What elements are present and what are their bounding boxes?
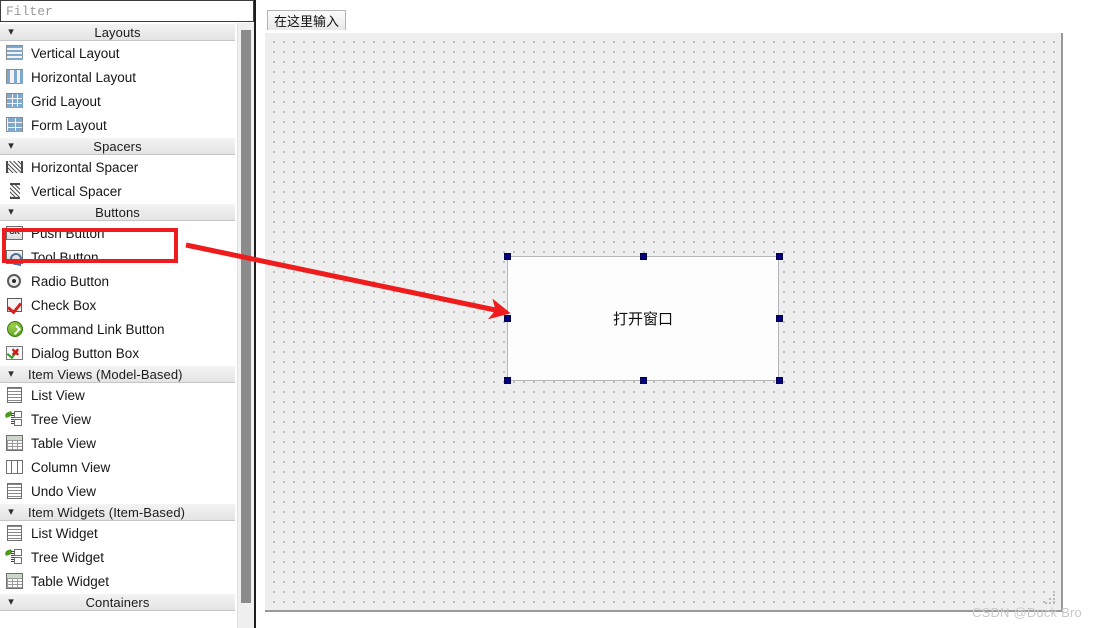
column-view-icon [5,458,25,476]
list-item-radio-button[interactable]: Radio Button [0,269,235,293]
vertical-layout-icon [5,44,25,62]
list-item-table-widget[interactable]: Table Widget [0,569,235,593]
tree-widget-icon [4,548,25,566]
section-title-spacers: Spacers [93,139,142,154]
tree-view-icon [4,410,25,428]
selection-handle-middle-left[interactable] [504,315,511,322]
section-title-containers: Containers [85,595,150,610]
form-canvas[interactable]: 打开窗口 [265,33,1063,612]
list-item-list-view[interactable]: List View [0,383,235,407]
undo-view-icon [5,482,25,500]
filter-field-wrapper[interactable] [0,0,254,22]
widget-box-scrollbar[interactable] [237,23,254,628]
selection-handle-top-right[interactable] [776,253,783,260]
form-layout-icon [5,116,25,134]
list-view-icon [5,386,25,404]
widget-tree[interactable]: ▾ Layouts Vertical Layout Horizontal Lay… [0,23,237,628]
push-button-highlight-box [2,228,178,263]
list-item-check-box[interactable]: Check Box [0,293,235,317]
selection-handle-top-center[interactable] [640,253,647,260]
section-header-spacers[interactable]: ▾ Spacers [0,137,235,155]
check-box-icon [5,296,25,314]
list-item-table-view[interactable]: Table View [0,431,235,455]
section-header-layouts[interactable]: ▾ Layouts [0,23,235,41]
selection-handle-middle-right[interactable] [776,315,783,322]
section-title-item-widgets: Item Widgets (Item-Based) [28,505,186,520]
list-item-label: Table Widget [31,573,110,589]
horizontal-layout-icon [5,68,25,86]
tab-label: 在这里输入 [274,15,340,30]
list-item-vertical-layout[interactable]: Vertical Layout [0,41,235,65]
list-item-label: Dialog Button Box [31,345,140,361]
list-item-column-view[interactable]: Column View [0,455,235,479]
list-item-label: Command Link Button [31,321,165,337]
selection-handle-bottom-center[interactable] [640,377,647,384]
selection-handle-bottom-left[interactable] [504,377,511,384]
scrollbar-thumb[interactable] [241,30,251,603]
section-header-buttons[interactable]: ▾ Buttons [0,203,235,221]
list-item-horizontal-spacer[interactable]: Horizontal Spacer [0,155,235,179]
section-title-layouts: Layouts [94,25,141,40]
tab-type-here[interactable]: 在这里输入 [267,10,347,30]
horizontal-spacer-icon [5,158,25,176]
table-view-icon [5,434,25,452]
selection-handle-top-left[interactable] [504,253,511,260]
list-item-label: Table View [31,435,97,451]
list-item-undo-view[interactable]: Undo View [0,479,235,503]
list-item-label: Tree Widget [31,549,105,565]
dialog-button-box-icon: ✖ [5,344,25,362]
widget-box-panel: ▾ Layouts Vertical Layout Horizontal Lay… [0,0,254,628]
list-item-command-link-button[interactable]: Command Link Button [0,317,235,341]
command-link-button-icon [5,320,25,338]
list-item-tree-view[interactable]: Tree View [0,407,235,431]
list-item-tree-widget[interactable]: Tree Widget [0,545,235,569]
list-item-label: Column View [31,459,111,475]
list-item-label: Radio Button [31,273,110,289]
list-item-list-widget[interactable]: List Widget [0,521,235,545]
vertical-spacer-icon [5,182,25,200]
list-item-dialog-button-box[interactable]: ✖ Dialog Button Box [0,341,235,365]
list-item-label: Horizontal Spacer [31,159,139,175]
list-item-horizontal-layout[interactable]: Horizontal Layout [0,65,235,89]
table-widget-icon [5,572,25,590]
push-button-text: 打开窗口 [612,310,673,328]
list-item-vertical-spacer[interactable]: Vertical Spacer [0,179,235,203]
section-header-item-widgets[interactable]: ▾ Item Widgets (Item-Based) [0,503,235,521]
list-item-label: Undo View [31,483,97,499]
filter-input[interactable] [6,3,236,20]
section-header-item-views[interactable]: ▾ Item Views (Model-Based) [0,365,235,383]
list-item-label: List View [31,387,85,403]
list-item-label: Form Layout [31,117,107,133]
panel-divider [254,0,256,628]
list-item-label: List Widget [31,525,98,541]
grid-layout-icon [5,92,25,110]
section-title-buttons: Buttons [95,205,140,220]
list-item-label: Tree View [31,411,92,427]
section-title-item-views: Item Views (Model-Based) [28,367,183,382]
radio-button-icon [5,272,25,290]
list-widget-icon [5,524,25,542]
list-item-form-layout[interactable]: Form Layout [0,113,235,137]
list-item-label: Vertical Layout [31,45,120,61]
list-item-grid-layout[interactable]: Grid Layout [0,89,235,113]
selection-handle-bottom-right[interactable] [776,377,783,384]
list-item-label: Check Box [31,297,97,313]
list-item-label: Horizontal Layout [31,69,137,85]
list-item-label: Grid Layout [31,93,101,109]
watermark: CSDN @Duck Bro [972,605,1082,620]
selected-push-button-widget[interactable]: 打开窗口 [507,256,779,381]
list-item-label: Vertical Spacer [31,183,122,199]
section-header-containers[interactable]: ▾ Containers [0,593,235,611]
